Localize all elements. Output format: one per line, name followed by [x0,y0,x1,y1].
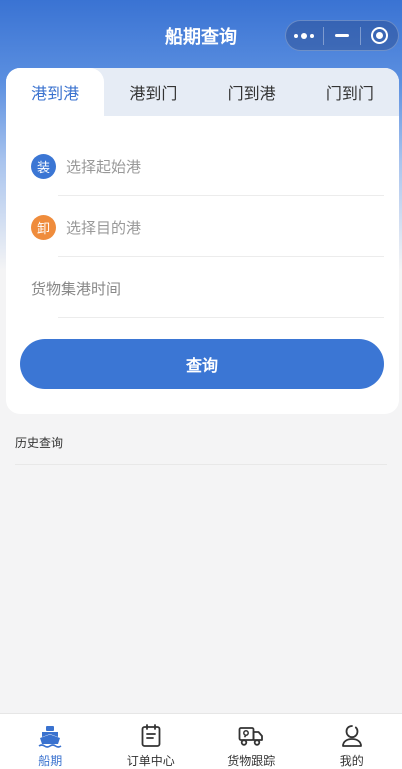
tabbar-item-profile[interactable]: 我的 [302,714,402,769]
more-dots-icon [294,32,315,39]
destination-port-field[interactable]: 卸 选择目的港 [6,197,399,257]
search-card: 港到港 港到门 门到港 门到门 装 选择起始港 卸 选择目的港 货物集港时间 查… [6,68,399,414]
field-divider [58,317,384,318]
target-circle-icon [371,27,389,44]
destination-port-placeholder: 选择目的港 [66,219,142,237]
query-button[interactable]: 查询 [20,339,384,389]
more-button[interactable] [286,21,323,50]
loading-badge: 装 [31,154,56,179]
tabbar-label: 订单中心 [126,754,175,768]
ship-icon [38,726,62,748]
history-title: 历史查询 [15,436,64,450]
tab-port-to-port[interactable]: 港到港 [6,68,105,116]
tabbar-item-tracking[interactable]: 货物跟踪 [201,714,302,769]
field-divider [58,256,384,257]
tabbar-label: 我的 [339,754,364,768]
tabbar-item-orders[interactable]: 订单中心 [101,714,202,769]
cargo-date-field[interactable]: 货物集港时间 [6,258,399,318]
origin-port-placeholder: 选择起始港 [66,158,142,176]
tabbar-label: 船期 [38,754,63,768]
history-divider [15,464,387,465]
tab-door-to-port[interactable]: 门到港 [203,68,301,116]
origin-port-field[interactable]: 装 选择起始港 [6,136,399,196]
route-type-tabs: 港到港 港到门 门到港 门到门 [6,68,399,116]
user-icon [341,725,362,747]
close-button[interactable] [361,21,398,50]
field-divider [58,195,384,196]
bottom-tab-bar: 船期 订单中心 货物跟踪 我的 [0,713,402,769]
navigation-bar: 船期查询 [0,0,402,70]
tabbar-item-schedule[interactable]: 船期 [0,714,101,769]
tabbar-label: 货物跟踪 [227,754,276,768]
mini-program-capsule [285,20,399,51]
tab-port-to-door[interactable]: 港到门 [104,68,202,116]
clipboard-icon [141,724,161,747]
cargo-date-placeholder: 货物集港时间 [31,280,122,298]
minimize-icon [335,34,349,37]
tab-door-to-door[interactable]: 门到门 [301,68,399,116]
unloading-badge: 卸 [31,215,56,240]
minimize-button[interactable] [324,21,361,50]
truck-icon [238,727,264,746]
